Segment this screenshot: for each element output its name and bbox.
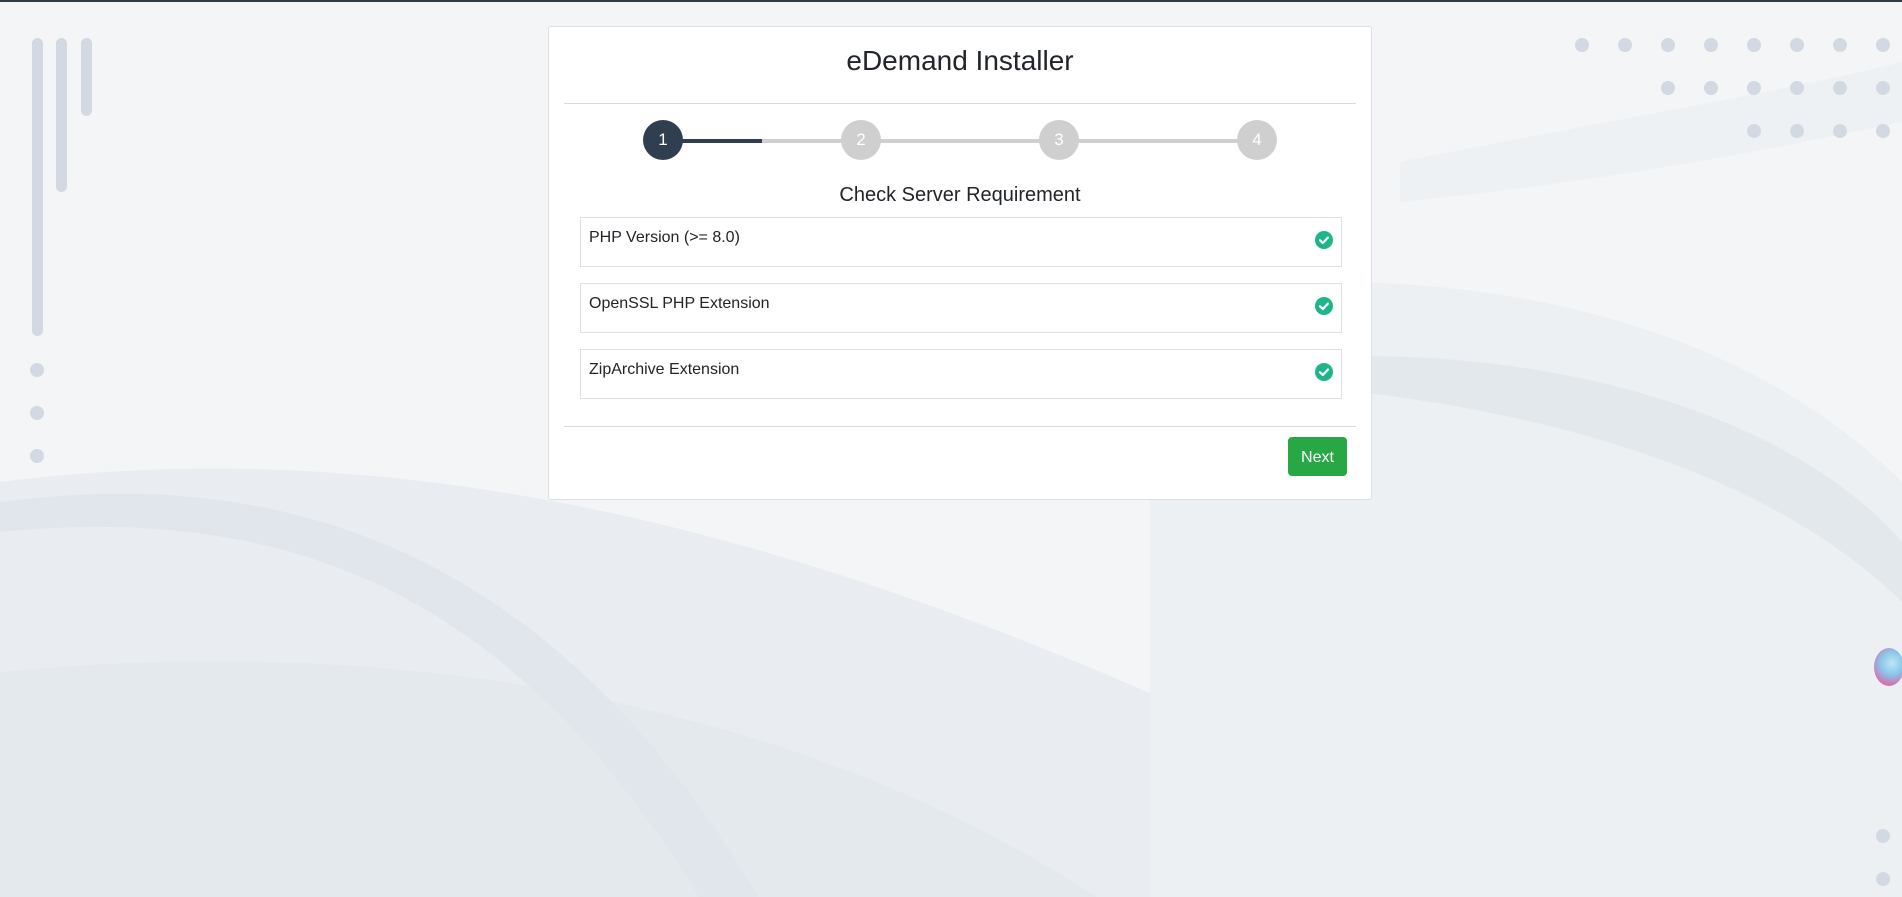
requirement-item: PHP Version (>= 8.0) — [580, 217, 1342, 267]
step-progress: 1 2 3 4 — [643, 120, 1283, 162]
decorative-dot — [1833, 124, 1847, 138]
decorative-dot — [1790, 38, 1804, 52]
decorative-dot — [1876, 872, 1890, 886]
assistant-avatar[interactable] — [1874, 648, 1902, 686]
decorative-dot — [1876, 81, 1890, 95]
decorative-dot — [1618, 38, 1632, 52]
divider — [564, 103, 1356, 104]
decorative-dot — [1876, 38, 1890, 52]
decorative-dot — [1833, 38, 1847, 52]
next-button[interactable]: Next — [1288, 437, 1347, 476]
requirement-label: ZipArchive Extension — [589, 361, 740, 378]
decorative-dot — [1704, 81, 1718, 95]
divider — [564, 426, 1356, 427]
decorative-dot — [1876, 124, 1890, 138]
decorative-dot — [1661, 38, 1675, 52]
decorative-dot — [30, 406, 44, 420]
step-4: 4 — [1237, 120, 1277, 160]
decorative-bar — [32, 38, 43, 336]
decorative-dot — [1704, 38, 1718, 52]
requirement-label: OpenSSL PHP Extension — [589, 295, 770, 312]
check-circle-icon — [1315, 231, 1333, 249]
decorative-dot — [1790, 81, 1804, 95]
decorative-dot — [30, 363, 44, 377]
installer-card: eDemand Installer 1 2 3 4 Check Server R… — [548, 26, 1372, 500]
decorative-dot — [1790, 124, 1804, 138]
step-3: 3 — [1039, 120, 1079, 160]
check-circle-icon — [1315, 297, 1333, 315]
requirement-label: PHP Version (>= 8.0) — [589, 229, 740, 246]
decorative-bar — [56, 38, 67, 192]
page-title: eDemand Installer — [846, 45, 1074, 76]
decorative-dot — [1575, 38, 1589, 52]
step-2: 2 — [841, 120, 881, 160]
decorative-dot — [1661, 81, 1675, 95]
decorative-dot — [1833, 81, 1847, 95]
decorative-dot — [30, 449, 44, 463]
decorative-dot — [1747, 124, 1761, 138]
decorative-dot — [1876, 829, 1890, 843]
step-1: 1 — [643, 120, 683, 160]
decorative-dot — [1747, 38, 1761, 52]
requirement-item: OpenSSL PHP Extension — [580, 283, 1342, 333]
section-title: Check Server Requirement — [839, 184, 1081, 206]
requirement-item: ZipArchive Extension — [580, 349, 1342, 399]
decorative-bar — [81, 38, 92, 116]
decorative-dot — [1747, 81, 1761, 95]
check-circle-icon — [1315, 363, 1333, 381]
